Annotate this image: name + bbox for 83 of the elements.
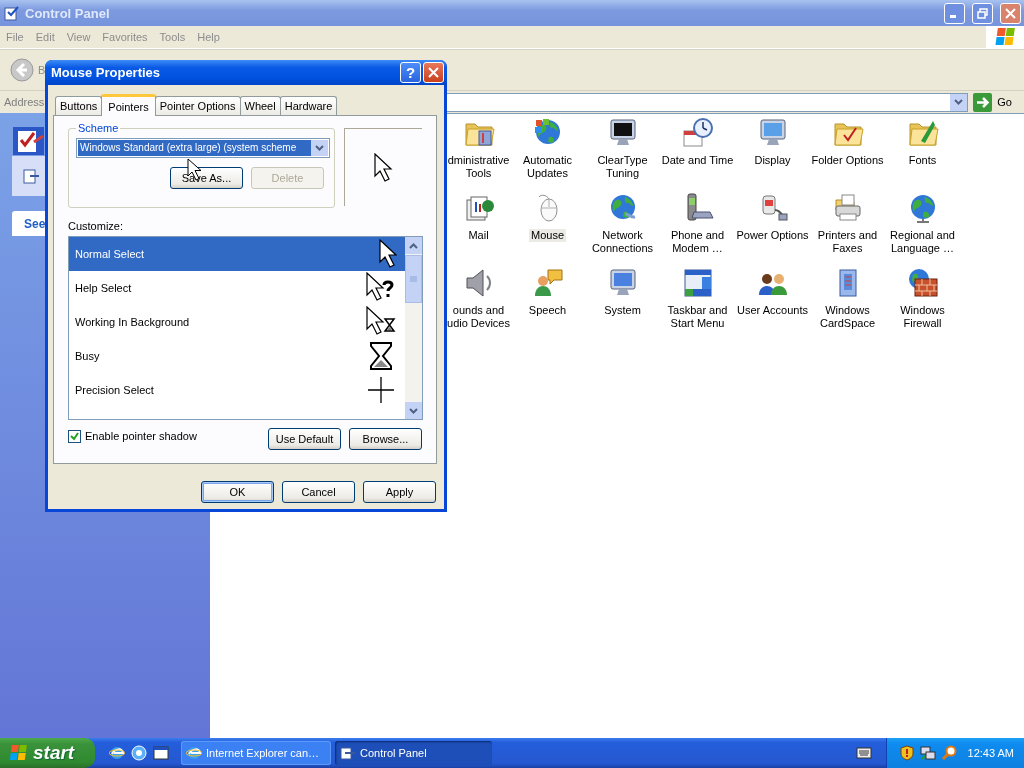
close-button[interactable] xyxy=(1000,2,1021,24)
tab[interactable]: Pointer Options xyxy=(154,96,241,115)
item-label[interactable]: Regional and Language … xyxy=(888,229,957,255)
item-label[interactable]: ClearType Tuning xyxy=(595,154,650,180)
close-icon[interactable] xyxy=(1005,7,1016,19)
item-label[interactable]: Network Connections xyxy=(589,229,656,255)
item-label[interactable]: Windows CardSpace xyxy=(817,304,877,330)
item-label[interactable]: Printers and Faxes xyxy=(815,229,880,255)
start-button[interactable]: start xyxy=(0,738,95,768)
flag-icon xyxy=(994,27,1016,47)
item-label[interactable]: Display xyxy=(752,154,793,167)
scroll-down-icon[interactable] xyxy=(409,407,418,414)
list-item[interactable]: Working In Background xyxy=(75,316,190,328)
list-item[interactable]: Busy xyxy=(75,350,100,362)
item-label[interactable]: ounds and udio Devices xyxy=(445,304,512,330)
close-button[interactable] xyxy=(423,62,444,83)
cancel-button[interactable]: Cancel xyxy=(282,481,355,503)
item-label[interactable]: User Accounts xyxy=(735,304,810,317)
search-icon[interactable] xyxy=(940,745,957,761)
scrollbar[interactable] xyxy=(405,237,422,419)
taskbar-button[interactable]: Control Panel xyxy=(335,741,492,765)
restore-icon[interactable] xyxy=(977,7,988,19)
item-label[interactable]: Speech xyxy=(526,304,569,317)
item-label[interactable]: Power Options xyxy=(734,229,811,242)
go-button[interactable]: Go xyxy=(971,92,1020,112)
item-label[interactable]: System xyxy=(602,304,643,317)
checkbox[interactable] xyxy=(68,429,81,443)
help-button[interactable]: ? xyxy=(400,62,421,83)
use-default-button[interactable]: Use Default xyxy=(268,428,341,450)
tab[interactable]: Hardware xyxy=(279,96,338,115)
window-title: Control Panel xyxy=(25,5,111,21)
switch-view-icon[interactable] xyxy=(22,167,40,185)
item-label[interactable]: Taskbar and Start Menu xyxy=(665,304,730,330)
arrow-pointer-icon xyxy=(372,152,395,183)
item-label[interactable]: dministrative Tools xyxy=(445,154,512,180)
scroll-up-icon[interactable] xyxy=(409,242,418,249)
tab[interactable]: Pointers xyxy=(101,94,156,116)
clock-icon[interactable] xyxy=(681,117,714,149)
item-label[interactable]: Mail xyxy=(466,229,491,242)
item-label[interactable]: Date and Time xyxy=(659,154,736,167)
group-label: Scheme xyxy=(77,122,120,134)
apply-button[interactable]: Apply xyxy=(363,481,436,503)
shield-icon[interactable] xyxy=(898,745,915,761)
ok-button[interactable]: OK xyxy=(201,481,274,503)
item-label[interactable]: Folder Options xyxy=(809,154,886,167)
address-label: Address xyxy=(4,96,44,108)
window-icon xyxy=(340,745,356,761)
list-item[interactable]: Help Select xyxy=(75,282,132,294)
keyboard-icon[interactable] xyxy=(855,747,872,759)
control-panel-icon xyxy=(4,5,20,21)
taskbar-window-icon[interactable] xyxy=(681,267,714,299)
brick-wall-icon[interactable] xyxy=(906,267,939,299)
desktop-icon[interactable] xyxy=(153,745,169,761)
flag-icon xyxy=(8,744,28,762)
chevron-down-icon[interactable] xyxy=(954,99,964,105)
dropdown-button[interactable] xyxy=(950,93,968,111)
clock: 12:43 AM xyxy=(967,747,1014,759)
close-icon[interactable] xyxy=(428,67,439,78)
minimize-button[interactable] xyxy=(944,2,965,24)
list-item[interactable]: Normal Select xyxy=(69,237,405,271)
item-label[interactable]: Mouse xyxy=(529,229,566,242)
tab[interactable]: Wheel xyxy=(239,96,281,115)
item-label[interactable]: Fonts xyxy=(906,154,939,167)
grip-icon xyxy=(410,275,417,283)
clipboard-check-icon xyxy=(12,126,45,156)
dialog-title: Mouse Properties xyxy=(51,65,162,80)
item-label[interactable]: Phone and Modem … xyxy=(668,229,727,255)
customize-label: Customize: xyxy=(68,220,125,234)
list-item[interactable]: Precision Select xyxy=(75,384,154,396)
browse-button[interactable]: Browse... xyxy=(349,428,422,450)
tab[interactable]: Buttons xyxy=(55,96,103,115)
item-label[interactable]: Automatic Updates xyxy=(521,154,574,180)
network-icon[interactable] xyxy=(919,745,936,761)
crosshair-icon xyxy=(365,374,397,406)
taskbar-button[interactable]: Internet Explorer can… xyxy=(181,741,331,765)
restore-button[interactable] xyxy=(972,2,993,24)
arrow-pointer-icon xyxy=(378,239,397,269)
chevron-down-icon xyxy=(315,145,324,151)
scheme-dropdown[interactable]: Windows Standard (extra large) (system scheme xyxy=(76,138,330,158)
checkbox-label: Enable pointer shadow xyxy=(85,430,197,442)
browser-icon xyxy=(186,745,202,761)
browser-icon[interactable] xyxy=(109,745,125,761)
item-label[interactable]: Windows Firewall xyxy=(898,304,947,330)
